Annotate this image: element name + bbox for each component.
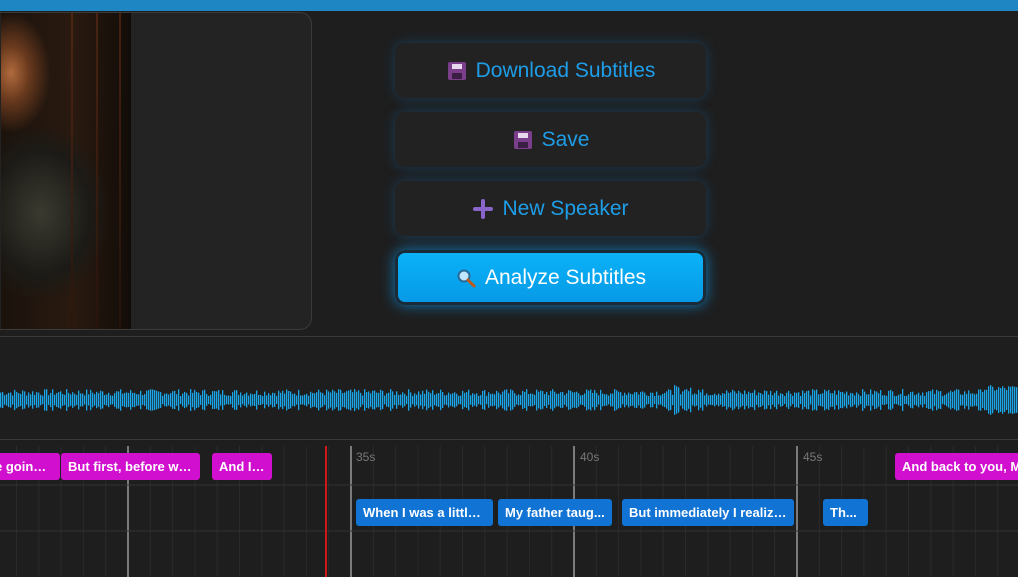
top-accent-bar (0, 0, 1018, 11)
tick-label: 40s (580, 450, 600, 464)
download-subtitles-button[interactable]: Download Subtitles (395, 43, 706, 98)
subtitle-cue[interactable]: Th... (823, 499, 868, 526)
save-label: Save (541, 127, 590, 151)
download-subtitles-label: Download Subtitles (475, 58, 656, 82)
divider (0, 439, 1018, 440)
analyze-subtitles-button[interactable]: Analyze Subtitles (395, 250, 706, 305)
tick-label: 45s (803, 450, 823, 464)
video-frame (1, 13, 131, 329)
tick-label: 35s (356, 450, 376, 464)
subtitle-cue[interactable]: When I was a little ... (356, 499, 493, 526)
subtitle-cue[interactable]: e going ... (0, 453, 60, 480)
floppy-disk-icon (446, 60, 468, 82)
playhead[interactable] (325, 446, 327, 577)
subtitle-cue[interactable]: And back to you, M (895, 453, 1018, 480)
divider (0, 336, 1018, 337)
subtitle-cue[interactable]: My father taug... (498, 499, 612, 526)
new-speaker-label: New Speaker (502, 196, 629, 220)
floppy-disk-icon (512, 129, 534, 151)
subtitle-cue[interactable]: But first, before we... (61, 453, 200, 480)
magnifier-icon (455, 267, 477, 289)
save-button[interactable]: Save (395, 112, 706, 167)
subtitle-cue[interactable]: And I ... (212, 453, 272, 480)
audio-waveform[interactable] (0, 340, 1018, 440)
new-speaker-button[interactable]: New Speaker (395, 181, 706, 236)
subtitle-cue[interactable]: But immediately I realize... (622, 499, 794, 526)
plus-icon (472, 198, 494, 220)
video-player[interactable] (0, 12, 312, 330)
analyze-subtitles-label: Analyze Subtitles (484, 265, 647, 289)
subtitle-timeline[interactable]: 35s 40s 45s e going ... But first, befor… (0, 446, 1018, 577)
